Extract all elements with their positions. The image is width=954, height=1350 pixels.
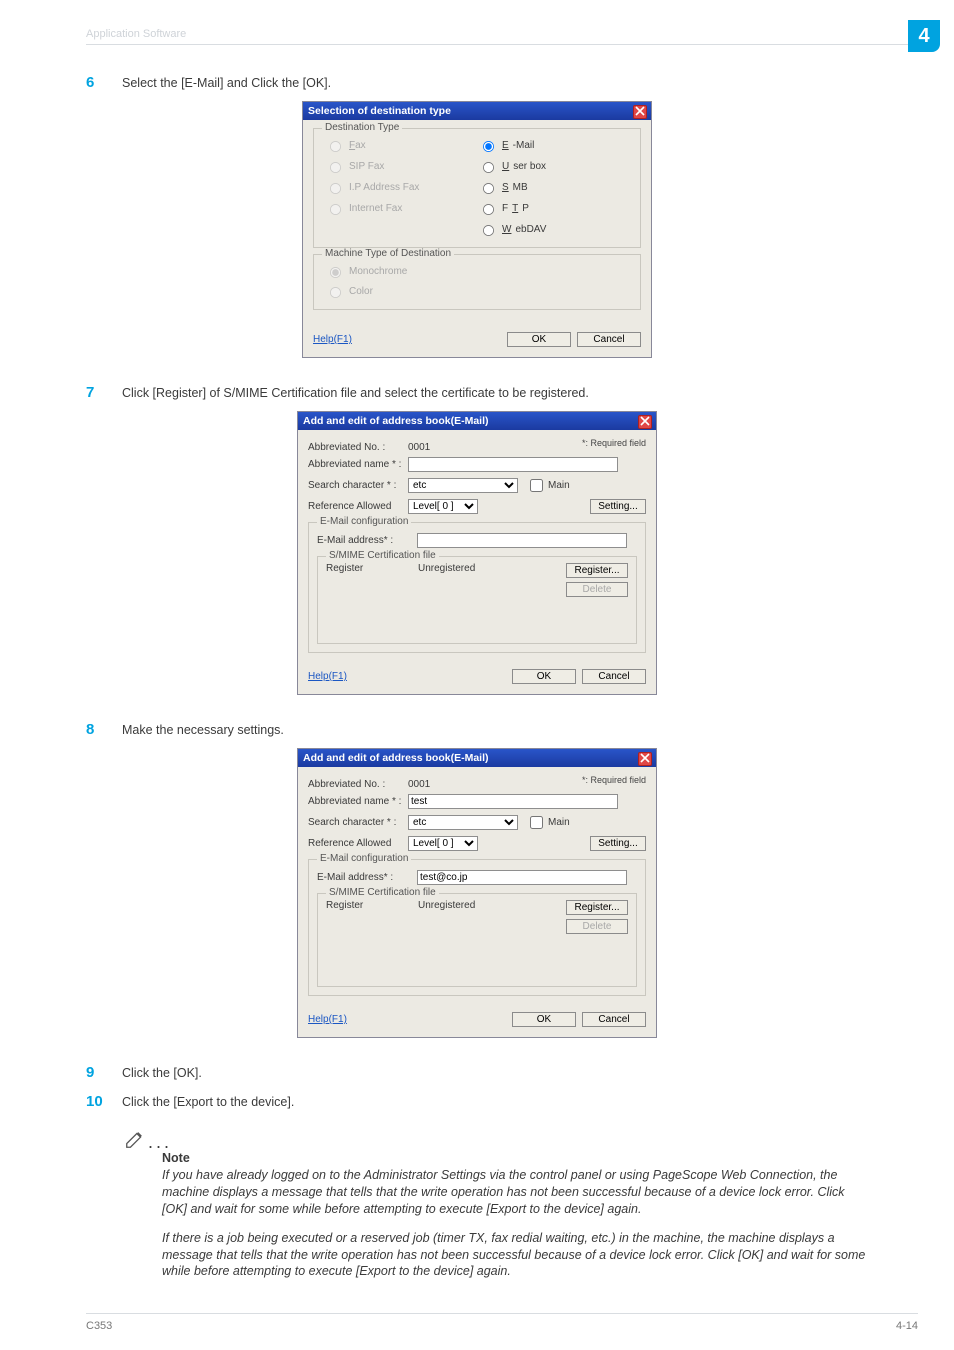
cancel-button[interactable]: Cancel (582, 669, 646, 684)
close-icon[interactable] (638, 415, 652, 429)
note-ellipsis-icon: ... (148, 1132, 172, 1153)
delete-button: Delete (566, 919, 628, 934)
email-address-input[interactable] (417, 870, 627, 885)
required-label: *: Required field (582, 438, 646, 448)
help-link[interactable]: Help(F1) (308, 671, 506, 682)
register-state: Unregistered (418, 900, 560, 934)
register-label: Register (326, 563, 418, 597)
email-address-label: E-Mail address* : (317, 535, 417, 546)
step-number: 7 (86, 384, 104, 401)
note-paragraph: If there is a job being executed or a re… (162, 1230, 868, 1281)
radio-internet-fax: Internet Fax (324, 200, 477, 216)
reference-allowed-label: Reference Allowed (308, 838, 408, 849)
step-number: 8 (86, 721, 104, 738)
search-character-select[interactable]: etc (408, 478, 518, 493)
close-icon[interactable] (633, 105, 647, 119)
setting-button[interactable]: Setting... (590, 836, 646, 851)
help-link[interactable]: Help(F1) (308, 1014, 506, 1025)
footer-right: 4-14 (896, 1320, 918, 1332)
step-number: 10 (86, 1093, 104, 1110)
email-address-label: E-Mail address* : (317, 872, 417, 883)
dialog-title: Selection of destination type (308, 105, 451, 117)
main-checkbox[interactable]: Main (526, 476, 570, 495)
note-pencil-icon (124, 1128, 146, 1153)
register-button[interactable]: Register... (566, 563, 628, 578)
setting-button[interactable]: Setting... (590, 499, 646, 514)
reference-level-select[interactable]: Level[ 0 ] (408, 836, 478, 851)
reference-level-select[interactable]: Level[ 0 ] (408, 499, 478, 514)
register-label: Register (326, 900, 418, 934)
step-text: Make the necessary settings. (122, 721, 284, 738)
radio-ftp[interactable]: FTP (477, 200, 630, 216)
register-state: Unregistered (418, 563, 560, 597)
radio-userbox[interactable]: User box (477, 158, 630, 174)
abbreviated-no-value: 0001 (408, 442, 430, 453)
step-text: Click the [OK]. (122, 1064, 202, 1081)
dialog-title: Add and edit of address book(E-Mail) (303, 752, 489, 764)
destination-type-group-label: Destination Type (322, 122, 402, 133)
footer-rule (86, 1313, 918, 1314)
radio-fax[interactable]: Fax (324, 137, 477, 153)
abbreviated-name-input[interactable] (408, 794, 618, 809)
email-config-group-label: E-Mail configuration (317, 853, 411, 864)
radio-smb[interactable]: SMB (477, 179, 630, 195)
step-number: 9 (86, 1064, 104, 1081)
abbreviated-no-label: Abbreviated No. : (308, 442, 408, 453)
radio-ip-fax: I.P Address Fax (324, 179, 477, 195)
cancel-button[interactable]: Cancel (582, 1012, 646, 1027)
ok-button[interactable]: OK (512, 669, 576, 684)
step-text: Click the [Export to the device]. (122, 1093, 294, 1110)
radio-color: Color (324, 283, 630, 299)
abbreviated-no-label: Abbreviated No. : (308, 779, 408, 790)
step-number: 6 (86, 74, 104, 91)
abbreviated-name-label: Abbreviated name * : (308, 796, 408, 807)
ok-button[interactable]: OK (512, 1012, 576, 1027)
ok-button[interactable]: OK (507, 332, 571, 347)
note-heading: Note (162, 1151, 868, 1165)
close-icon[interactable] (638, 752, 652, 766)
add-edit-address-dialog-filled: Add and edit of address book(E-Mail) *: … (297, 748, 657, 1038)
search-character-label: Search character * : (308, 817, 408, 828)
abbreviated-name-input[interactable] (408, 457, 618, 472)
cancel-button[interactable]: Cancel (577, 332, 641, 347)
header-rule (86, 44, 918, 45)
help-link[interactable]: Help(F1) (313, 334, 501, 345)
page-header-title: Application Software (86, 28, 186, 40)
radio-sip-fax: SIP Fax (324, 158, 477, 174)
smime-group-label: S/MIME Certification file (326, 550, 439, 561)
abbreviated-name-label: Abbreviated name * : (308, 459, 408, 470)
search-character-select[interactable]: etc (408, 815, 518, 830)
chapter-number-badge: 4 (908, 20, 940, 52)
dialog-title: Add and edit of address book(E-Mail) (303, 415, 489, 427)
radio-email[interactable]: E-Mail (477, 137, 630, 153)
reference-allowed-label: Reference Allowed (308, 501, 408, 512)
delete-button: Delete (566, 582, 628, 597)
search-character-label: Search character * : (308, 480, 408, 491)
radio-monochrome: Monochrome (324, 263, 630, 279)
step-text: Click [Register] of S/MIME Certification… (122, 384, 589, 401)
footer-left: C353 (86, 1320, 112, 1332)
machine-type-group-label: Machine Type of Destination (322, 248, 454, 259)
step-text: Select the [E-Mail] and Click the [OK]. (122, 74, 331, 91)
email-address-input[interactable] (417, 533, 627, 548)
selection-of-destination-dialog: Selection of destination type Destinatio… (302, 101, 652, 358)
email-config-group-label: E-Mail configuration (317, 516, 411, 527)
main-checkbox[interactable]: Main (526, 813, 570, 832)
abbreviated-no-value: 0001 (408, 779, 430, 790)
radio-webdav[interactable]: WebDAV (477, 221, 630, 237)
add-edit-address-dialog: Add and edit of address book(E-Mail) *: … (297, 411, 657, 695)
register-button[interactable]: Register... (566, 900, 628, 915)
note-paragraph: If you have already logged on to the Adm… (162, 1167, 868, 1218)
smime-group-label: S/MIME Certification file (326, 887, 439, 898)
required-label: *: Required field (582, 775, 646, 785)
